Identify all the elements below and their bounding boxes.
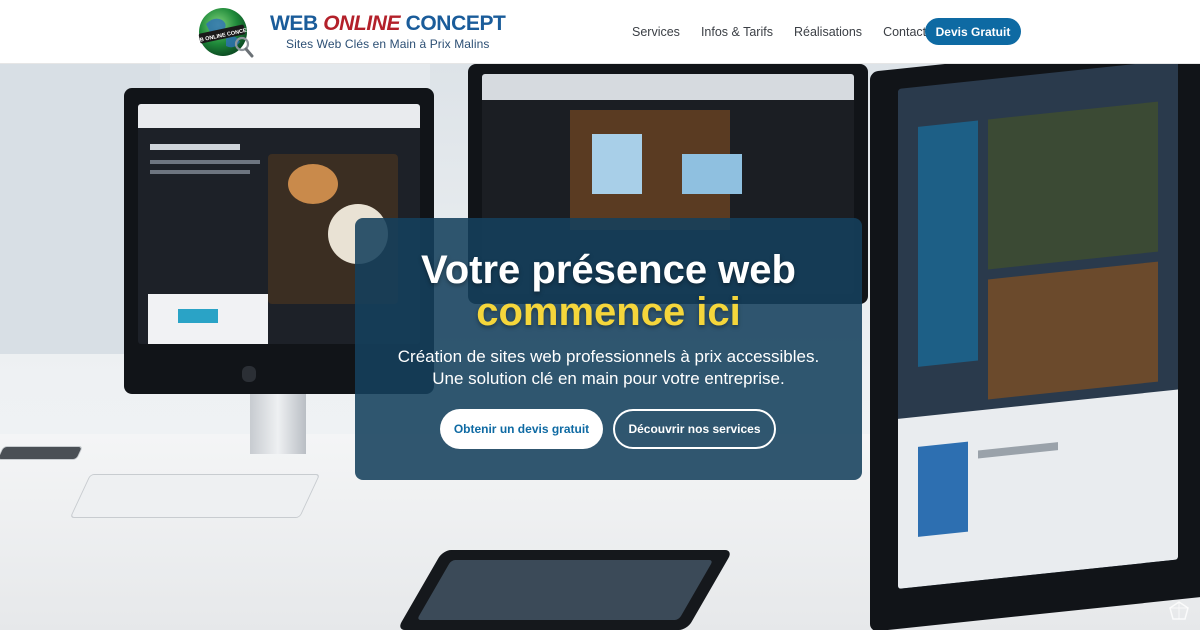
hero-subtitle-line1: Création de sites web professionnels à p… — [397, 347, 820, 366]
brand-name: WEB ONLINE CONCEPT — [270, 12, 506, 35]
nav-link-services[interactable]: Services — [632, 25, 680, 39]
brand-text: WEB ONLINE CONCEPT Sites Web Clés en Mai… — [270, 12, 506, 52]
nav-link-contact[interactable]: Contact — [883, 25, 926, 39]
devis-gratuit-hero-button[interactable]: Obtenir un devis gratuit — [440, 409, 603, 449]
tablet — [0, 446, 84, 460]
brand-tagline: Sites Web Clés en Main à Prix Malins — [286, 37, 490, 51]
main-nav: Services Infos & Tarifs Réalisations Con… — [632, 0, 947, 64]
hero-title-line2: commence ici — [476, 290, 741, 334]
monitor-stand — [250, 394, 306, 454]
monitor-right — [870, 64, 1200, 630]
hero-subtitle-line2: Une solution clé en main pour votre entr… — [432, 369, 785, 388]
brand-word-online: ONLINE — [323, 12, 401, 35]
nav-link-realisations[interactable]: Réalisations — [794, 25, 862, 39]
apple-logo-icon — [242, 366, 256, 382]
devis-gratuit-button[interactable]: Devis Gratuit — [925, 18, 1021, 45]
hero-title-line1: Votre présence web — [421, 248, 796, 292]
globe-logo-icon: WEB ONLINE CONCEPT — [191, 6, 255, 58]
brand-word-concept: CONCEPT — [405, 12, 506, 35]
brand-word-web: WEB — [270, 12, 318, 35]
smartphone — [396, 550, 734, 630]
watermark-icon — [1168, 600, 1190, 622]
logo[interactable]: WEB ONLINE CONCEPT WEB ONLINE CONCEPT Si… — [191, 5, 506, 59]
decouvrir-services-button[interactable]: Découvrir nos services — [613, 409, 776, 449]
hero-card: Votre présence web commence ici Création… — [355, 218, 862, 480]
monitor-right-screen — [898, 64, 1178, 589]
nav-link-infos-tarifs[interactable]: Infos & Tarifs — [701, 25, 773, 39]
site-header: WEB ONLINE CONCEPT WEB ONLINE CONCEPT Si… — [0, 0, 1200, 64]
keyboard — [69, 474, 321, 518]
